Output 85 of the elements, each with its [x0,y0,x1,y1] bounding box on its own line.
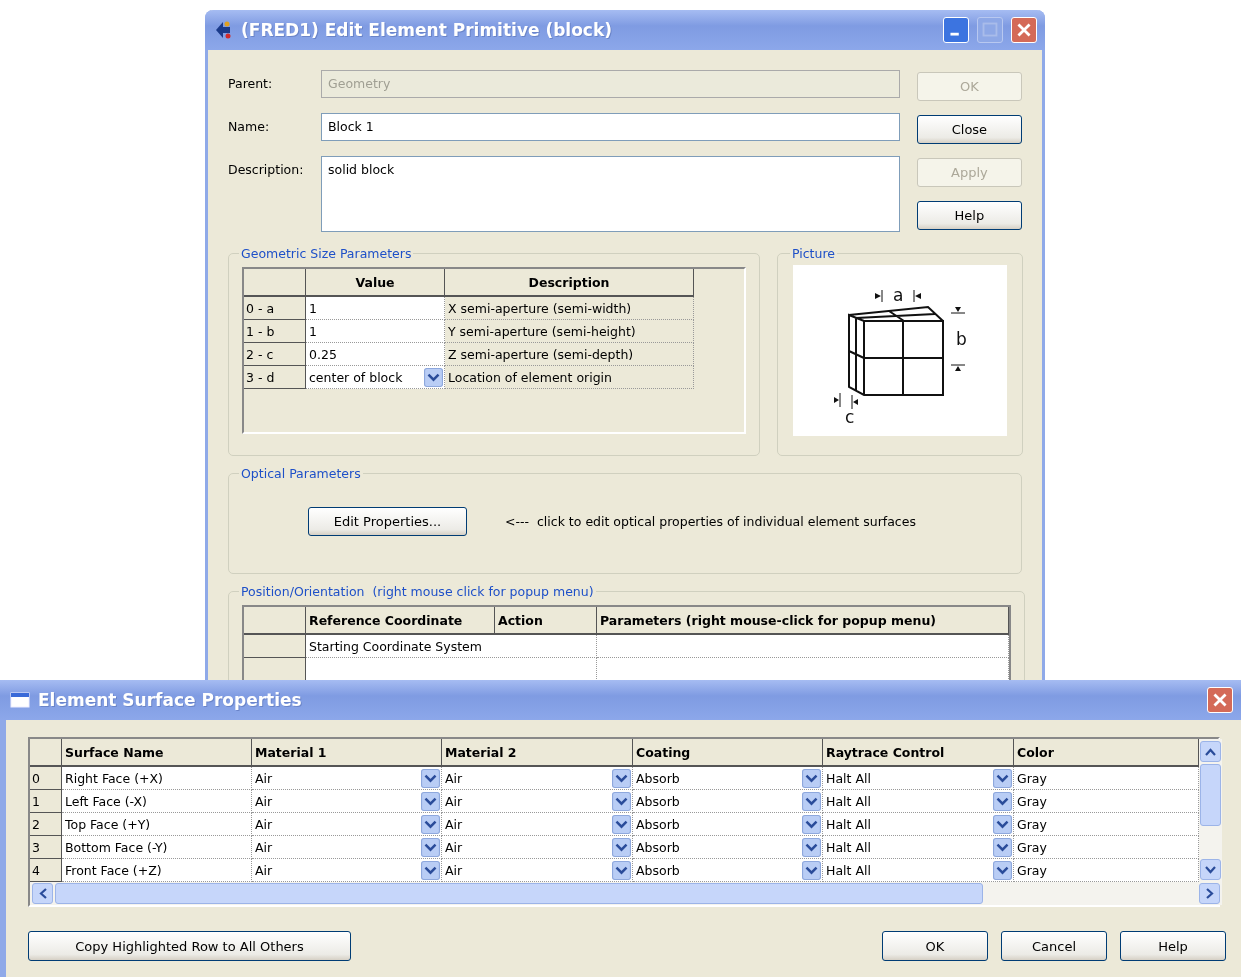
scroll-thumb[interactable] [1200,764,1221,826]
scroll-down-icon[interactable] [1200,859,1221,880]
header-cell [244,607,306,635]
dropdown-field[interactable]: Halt All [823,790,1014,813]
table-cell: Gray [1014,836,1199,859]
dropdown-field[interactable]: Air [252,813,442,836]
column-header: Coating [633,739,823,767]
table-cell: Location of element origin [445,366,694,389]
dropdown-field[interactable]: Air [442,767,633,790]
value-field[interactable]: 1 [306,297,445,320]
close-icon[interactable] [1011,17,1037,43]
column-header: Color [1014,739,1199,767]
dimension-label: c [845,407,855,427]
copy-row-button[interactable]: Copy Highlighted Row to All Others [28,931,351,961]
dropdown-field[interactable]: Air [252,836,442,859]
dropdown-field[interactable]: Absorb [633,767,823,790]
value-field[interactable]: 1 [306,320,445,343]
dropdown-field[interactable]: Air [252,767,442,790]
table-cell: Z semi-aperture (semi-depth) [445,343,694,366]
scroll-up-icon[interactable] [1200,741,1221,762]
close-icon[interactable] [1207,687,1233,713]
table-cell: Gray [1014,767,1199,790]
column-header: Parameters (right mouse-click for popup menu) [597,607,1009,635]
table-cell: Left Face (-X) [62,790,252,813]
dropdown-field[interactable]: Air [442,813,633,836]
text-field[interactable]: Block 1 [321,113,900,141]
field-label: Parent: [228,75,274,91]
dropdown-field[interactable]: Air [252,859,442,882]
window-icon [10,692,30,708]
dropdown-field[interactable]: Absorb [633,813,823,836]
scroll-right-icon[interactable] [1199,883,1220,904]
dialog-button[interactable]: OK [882,931,988,961]
window-title: Element Surface Properties [38,690,303,710]
dropdown-field[interactable]: Halt All [823,767,1014,790]
table-cell: Bottom Face (-Y) [62,836,252,859]
window-title: (FRED1) Edit Element Primitive (block) [241,20,614,40]
dimension-label: a [893,285,904,305]
column-header: Raytrace Control [823,739,1014,767]
dialog-button[interactable]: Cancel [1001,931,1107,961]
edit-properties-button[interactable]: Edit Properties... [308,507,467,536]
table-cell: Gray [1014,813,1199,836]
group-title: Geometric Size Parameters [240,246,413,261]
column-header: Material 1 [252,739,442,767]
table-cell: Gray [1014,859,1199,882]
dropdown-field[interactable]: Halt All [823,859,1014,882]
column-header: Reference Coordinate [306,607,495,635]
field-label: Description: [228,161,305,177]
dropdown-field[interactable]: Absorb [633,836,823,859]
table-cell: Right Face (+X) [62,767,252,790]
dropdown-field[interactable]: center of block [306,366,445,389]
dropdown-field[interactable]: Absorb [633,790,823,813]
group-title: Position/Orientation (right mouse click for popup menu) [240,584,595,599]
table-cell: Top Face (+Y) [62,813,252,836]
dialog-button[interactable]: Close [916,115,1022,144]
value-field[interactable]: 0.25 [306,343,445,366]
table-cell: X semi-aperture (semi-width) [445,297,694,320]
field-label: Name: [228,118,271,134]
dropdown-field[interactable]: Halt All [823,813,1014,836]
dropdown-field[interactable]: Halt All [823,836,1014,859]
table-cell: Starting Coordinate System [306,635,597,658]
text-area[interactable]: solid block [321,156,900,232]
column-header: Description [445,269,694,297]
group-title: Optical Parameters [240,466,362,481]
dropdown-field[interactable]: Air [252,790,442,813]
column-header: Surface Name [62,739,252,767]
dimension-label: b [956,329,967,349]
header-cell [30,739,62,767]
hint-text: <--- click to edit optical properties of individual element surfaces [505,514,916,529]
group-title: Picture [791,246,836,261]
scroll-left-icon[interactable] [32,883,53,904]
dialog-button[interactable]: Help [916,201,1022,230]
minimize-icon[interactable] [943,17,969,43]
table-cell: Front Face (+Z) [62,859,252,882]
table-cell: Gray [1014,790,1199,813]
scroll-thumb[interactable] [55,883,983,904]
dialog-button[interactable]: Help [1120,931,1226,961]
column-header: Action [495,607,597,635]
dropdown-field[interactable]: Air [442,859,633,882]
dropdown-field[interactable]: Air [442,790,633,813]
column-header: Value [306,269,445,297]
dropdown-field[interactable]: Air [442,836,633,859]
dropdown-field[interactable]: Absorb [633,859,823,882]
app-icon [213,20,233,40]
table-cell: Y semi-aperture (semi-height) [445,320,694,343]
column-header: Material 2 [442,739,633,767]
